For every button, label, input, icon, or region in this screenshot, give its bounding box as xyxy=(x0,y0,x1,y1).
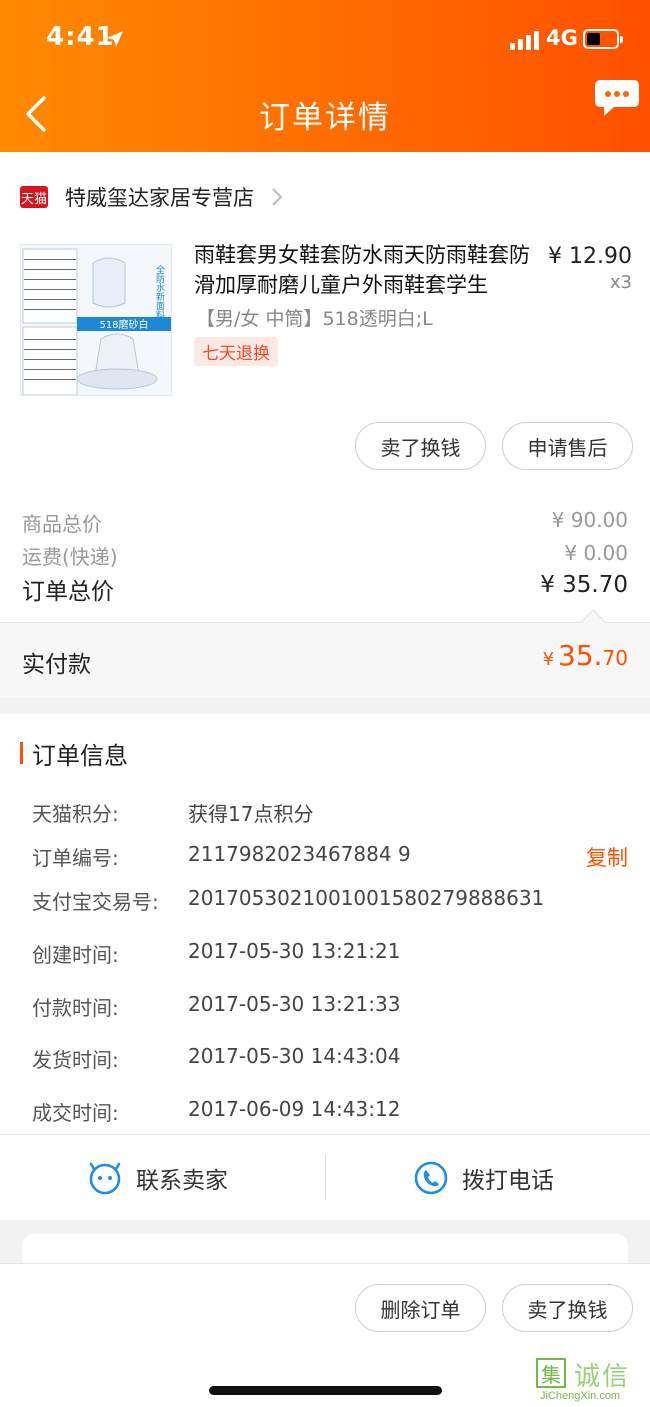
info-key: 天猫积分: xyxy=(32,802,119,826)
phone-icon xyxy=(414,1161,448,1195)
paid-currency: ¥ xyxy=(542,649,555,670)
delete-order-button[interactable]: 删除订单 xyxy=(355,1284,486,1332)
info-key: 支付宝交易号: xyxy=(32,890,159,914)
copy-order-number-button[interactable]: 复制 xyxy=(586,842,628,872)
product-title[interactable]: 雨鞋套男女鞋套防水雨天防雨鞋套防滑加厚耐磨儿童户外雨鞋套学生 xyxy=(194,240,544,300)
info-value: 2017-05-30 13:21:21 xyxy=(188,939,401,963)
info-value: 获得17点积分 xyxy=(188,802,314,826)
battery-level xyxy=(587,33,600,45)
shop-name: 特威玺达家居专营店 xyxy=(65,186,254,210)
info-value: 2017053021001001580279888631 xyxy=(188,886,545,910)
home-indicator[interactable] xyxy=(209,1386,442,1395)
network-type: 4G xyxy=(546,26,578,50)
product-quantity: x3 xyxy=(609,272,632,293)
info-value: 2117982023467884 9 xyxy=(188,842,411,866)
info-value: 2017-05-30 14:43:04 xyxy=(188,1044,401,1068)
signal-icon xyxy=(510,30,540,50)
page-title: 订单详情 xyxy=(259,100,391,136)
image-badge: 518磨砂白 xyxy=(99,318,148,331)
sell-for-cash-bottom-button[interactable]: 卖了换钱 xyxy=(502,1284,633,1332)
info-key: 订单编号: xyxy=(32,846,119,870)
product-image[interactable]: 518磨砂白 全防水新面料 xyxy=(20,244,172,396)
status-time: 4:41 xyxy=(46,22,115,52)
contact-seller-button[interactable]: 联系卖家 xyxy=(88,1156,228,1200)
battery-icon xyxy=(583,29,623,49)
info-key: 成交时间: xyxy=(32,1101,119,1125)
message-icon[interactable] xyxy=(594,76,640,122)
divider xyxy=(0,1134,650,1135)
after-sales-button[interactable]: 申请售后 xyxy=(502,422,633,470)
divider xyxy=(325,1154,326,1200)
paid-notch xyxy=(580,609,606,635)
goods-total-label: 商品总价 xyxy=(22,512,102,536)
shipping-value: ¥ 0.00 xyxy=(564,541,628,565)
bottom-action-bar: 删除订单 卖了换钱 集 诚信 JiChengXin.com xyxy=(0,1263,650,1407)
section-title: 订单信息 xyxy=(32,742,128,770)
product-sku: 【男/女 中筒】518透明白;L xyxy=(196,308,433,330)
paid-decimal: 70 xyxy=(602,646,628,670)
sell-for-cash-button[interactable]: 卖了换钱 xyxy=(355,422,486,470)
shop-link[interactable]: 天猫 特威玺达家居专营店 xyxy=(20,182,284,212)
image-caption: 全防水新面料 xyxy=(154,264,165,320)
info-key: 创建时间: xyxy=(32,943,119,967)
info-key: 付款时间: xyxy=(32,996,119,1020)
section-accent xyxy=(20,742,23,764)
return-policy-tag: 七天退换 xyxy=(194,337,278,366)
order-info-card: 订单信息 天猫积分: 获得17点积分 订单编号: 211798202346788… xyxy=(0,714,650,1220)
watermark-text: 诚信 xyxy=(574,1362,631,1392)
product-price: ¥ 12.90 xyxy=(548,244,632,269)
paid-integer: 35. xyxy=(558,639,603,672)
header: 4:41 4G 订单详情 xyxy=(0,0,650,152)
info-key: 发货时间: xyxy=(32,1048,119,1072)
watermark-glyph: 集 xyxy=(536,1358,566,1388)
tmall-badge: 天猫 xyxy=(20,186,48,208)
info-value: 2017-06-09 14:43:12 xyxy=(188,1097,401,1121)
paid-value: ¥35.70 xyxy=(543,639,628,672)
watermark-url: JiChengXin.com xyxy=(540,1390,621,1402)
chat-face-icon xyxy=(89,1162,121,1195)
shipping-label: 运费(快递) xyxy=(22,545,118,569)
contact-seller-label: 联系卖家 xyxy=(136,1168,228,1194)
call-phone-button[interactable]: 拨打电话 xyxy=(414,1156,554,1200)
call-phone-label: 拨打电话 xyxy=(462,1168,554,1194)
watermark-logo: 集 诚信 JiChengXin.com xyxy=(532,1356,646,1404)
order-total-label: 订单总价 xyxy=(22,579,114,605)
chevron-right-icon xyxy=(272,188,283,206)
order-total-value: ¥ 35.70 xyxy=(540,572,628,598)
goods-total-value: ¥ 90.00 xyxy=(551,508,628,532)
order-item-card: 天猫 特威玺达家居专营店 518磨砂白 全防水新面料 雨鞋套男女鞋套防水雨天防雨… xyxy=(0,152,650,698)
location-arrow-icon xyxy=(107,31,123,47)
paid-label: 实付款 xyxy=(22,652,91,678)
info-value: 2017-05-30 13:21:33 xyxy=(188,992,401,1016)
product-photo: 518磨砂白 全防水新面料 xyxy=(21,245,171,395)
paid-amount-box: 实付款 ¥35.70 xyxy=(0,609,650,698)
